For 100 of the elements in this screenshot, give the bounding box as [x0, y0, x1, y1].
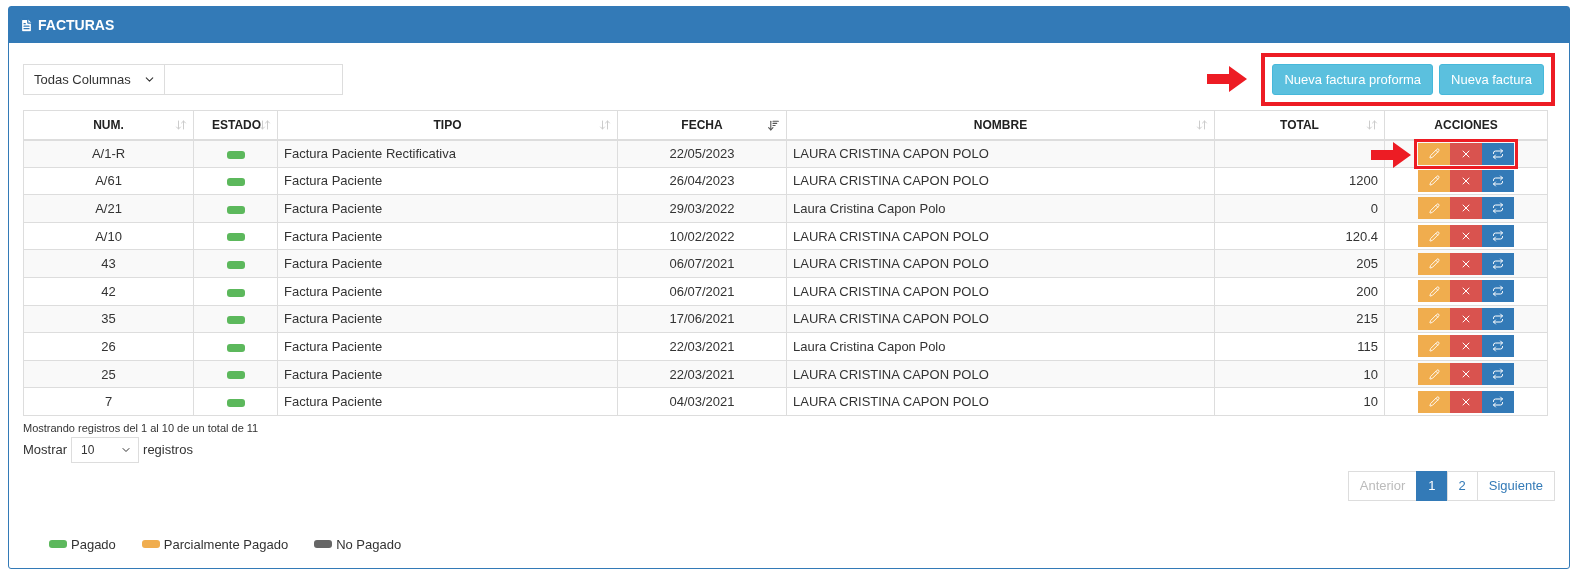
table-cell: Factura Paciente: [277, 277, 618, 306]
table-cell: 26: [23, 332, 194, 361]
convert-button[interactable]: [1482, 335, 1514, 358]
table-cell: 22/05/2023: [617, 139, 787, 168]
pencil-icon: [1428, 368, 1440, 380]
delete-button[interactable]: [1450, 142, 1482, 165]
column-header[interactable]: ACCIONES: [1384, 110, 1548, 140]
convert-button[interactable]: [1482, 280, 1514, 303]
edit-button[interactable]: [1418, 280, 1450, 303]
table-cell: LAURA CRISTINA CAPON POLO: [786, 387, 1215, 416]
convert-button[interactable]: [1482, 169, 1514, 192]
table-cell: 26/04/2023: [617, 167, 787, 195]
table-cell: 29/03/2022: [617, 194, 787, 223]
records-label: registros: [143, 442, 193, 458]
table-cell: Factura Paciente: [277, 167, 618, 195]
repeat-icon: [1492, 174, 1504, 187]
repeat-icon: [1492, 202, 1504, 215]
edit-button[interactable]: [1418, 390, 1450, 413]
pencil-icon: [1428, 313, 1440, 325]
pagination-button[interactable]: Siguiente: [1476, 470, 1555, 501]
repeat-icon: [1492, 340, 1504, 353]
pencil-icon: [1428, 340, 1440, 352]
table-cell: Factura Paciente Rectificativa: [277, 139, 618, 168]
table-cell: A/1-R: [23, 139, 194, 168]
table-cell: 10: [1214, 360, 1385, 388]
edit-button[interactable]: [1418, 335, 1450, 358]
legend-label: No Pagado: [336, 536, 402, 552]
show-label: Mostrar: [23, 442, 68, 458]
legend-label: Parcialmente Pagado: [163, 536, 289, 552]
sort-icon[interactable]: [259, 119, 271, 131]
column-header[interactable]: ESTADO: [193, 110, 278, 140]
table-cell: 42: [23, 277, 194, 306]
convert-button[interactable]: [1482, 142, 1514, 165]
pagination-button[interactable]: 2: [1446, 470, 1478, 501]
convert-button[interactable]: [1482, 390, 1514, 413]
table-cell: Laura Cristina Capon Polo: [786, 194, 1215, 223]
delete-button[interactable]: [1450, 197, 1482, 220]
delete-button[interactable]: [1450, 225, 1482, 248]
delete-button[interactable]: [1450, 335, 1482, 358]
column-header[interactable]: TOTAL: [1214, 110, 1385, 140]
convert-button[interactable]: [1482, 225, 1514, 248]
convert-button[interactable]: [1482, 307, 1514, 330]
edit-button[interactable]: [1418, 225, 1450, 248]
table-cell: 0: [1214, 194, 1385, 223]
arrow-icon: [1371, 141, 1411, 168]
table-cell: Factura Paciente: [277, 194, 618, 223]
delete-button[interactable]: [1450, 280, 1482, 303]
pencil-icon: [1428, 285, 1440, 297]
table-cell: A/10: [23, 222, 194, 250]
table-cell: 17/06/2021: [617, 305, 787, 333]
edit-button[interactable]: [1418, 169, 1450, 192]
convert-button[interactable]: [1482, 197, 1514, 220]
table-cell: Factura Paciente: [277, 387, 618, 416]
table-cell: Factura Paciente: [277, 332, 618, 361]
table-cell: 06/07/2021: [617, 249, 787, 278]
column-header[interactable]: FECHA: [617, 110, 787, 140]
table-cell: 43: [23, 249, 194, 278]
table-cell: 35: [23, 305, 194, 333]
repeat-icon: [1492, 230, 1504, 243]
column-header[interactable]: NUM.: [23, 110, 194, 140]
page-length-select[interactable]: 10: [71, 436, 140, 463]
table-cell: 06/07/2021: [617, 277, 787, 306]
table-cell: 22/03/2021: [617, 360, 787, 388]
repeat-icon: [1492, 368, 1504, 381]
table-cell: Factura Paciente: [277, 360, 618, 388]
table-cell: 115: [1214, 332, 1385, 361]
pencil-icon: [1428, 230, 1440, 242]
table-cell: A/61: [23, 167, 194, 195]
legend-label: Pagado: [71, 536, 116, 552]
table-cell: 120.4: [1214, 222, 1385, 250]
repeat-icon: [1492, 147, 1504, 160]
search-field[interactable]: [165, 63, 343, 95]
pencil-icon: [1428, 258, 1440, 270]
records-info: Mostrando registros del 1 al 10 de un total de 11: [23, 421, 260, 434]
repeat-icon: [1492, 285, 1504, 298]
delete-button[interactable]: [1450, 169, 1482, 192]
pencil-icon: [1428, 396, 1440, 408]
convert-button[interactable]: [1482, 363, 1514, 386]
table-cell: LAURA CRISTINA CAPON POLO: [786, 360, 1215, 388]
column-select[interactable]: Todas Columnas: [23, 63, 165, 95]
column-header[interactable]: TIPO: [277, 110, 618, 140]
delete-button[interactable]: [1450, 252, 1482, 275]
table-cell: A/21: [23, 194, 194, 223]
table-cell: 10/02/2022: [617, 222, 787, 250]
table-cell: 205: [1214, 249, 1385, 278]
column-header[interactable]: NOMBRE: [786, 110, 1215, 140]
delete-button[interactable]: [1450, 307, 1482, 330]
delete-button[interactable]: [1450, 390, 1482, 413]
table-cell: 25: [23, 360, 194, 388]
delete-button[interactable]: [1450, 363, 1482, 386]
sort-descending-icon[interactable]: [767, 119, 780, 132]
pagination-button[interactable]: 1: [1416, 470, 1448, 501]
table-cell: LAURA CRISTINA CAPON POLO: [786, 222, 1215, 250]
table-cell: 200: [1214, 277, 1385, 306]
table-cell: LAURA CRISTINA CAPON POLO: [786, 249, 1215, 278]
table-cell: 1200: [1214, 167, 1385, 195]
pencil-icon: [1428, 203, 1440, 214]
convert-button[interactable]: [1482, 252, 1514, 275]
pencil-icon: [1428, 175, 1440, 187]
repeat-icon: [1492, 395, 1504, 408]
